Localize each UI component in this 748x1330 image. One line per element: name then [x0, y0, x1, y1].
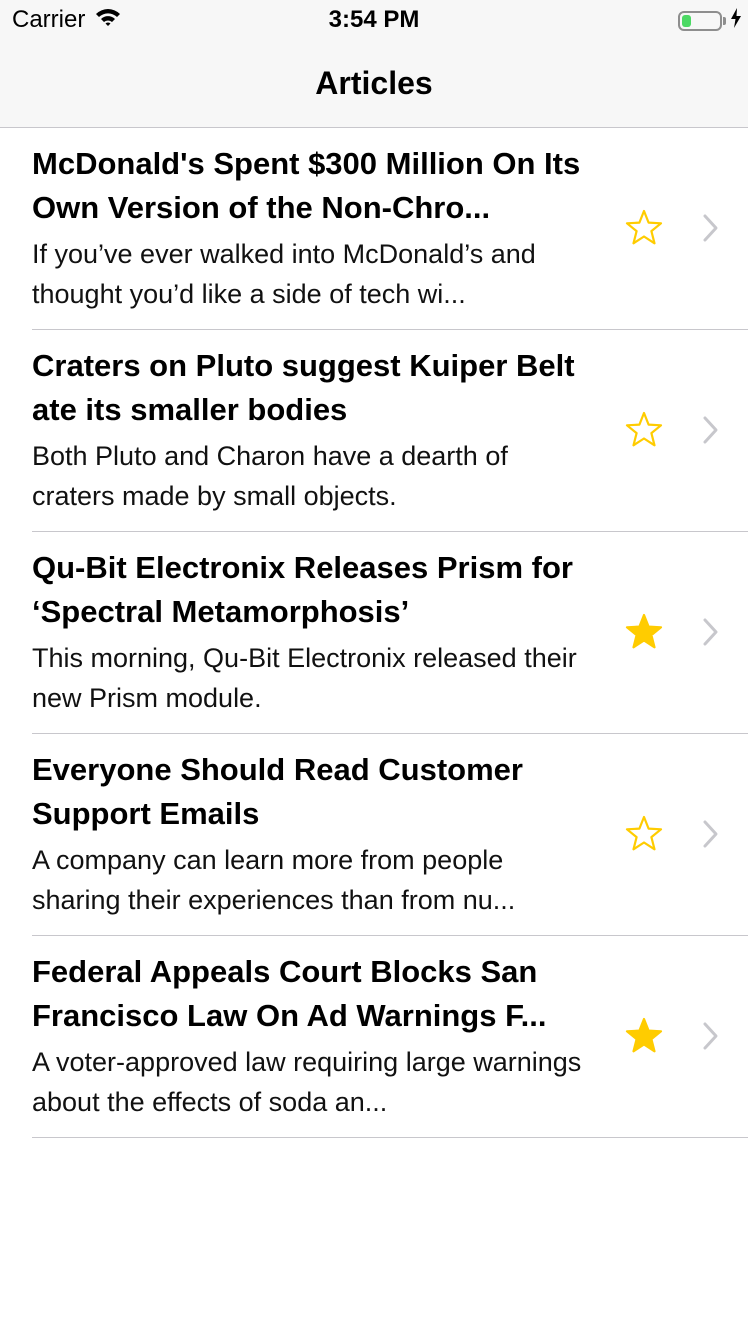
battery-indicator	[678, 8, 742, 33]
article-text: McDonald's Spent $300 Million On Its Own…	[32, 142, 592, 314]
favorite-star-button-filled[interactable]	[622, 1014, 666, 1058]
article-title: Everyone Should Read Customer Support Em…	[32, 752, 523, 831]
star-icon	[625, 815, 663, 851]
article-text: Qu-Bit Electronix Releases Prism for ‘Sp…	[32, 546, 592, 718]
star-icon	[625, 209, 663, 245]
article-title: Craters on Pluto suggest Kuiper Belt ate…	[32, 348, 575, 427]
article-row[interactable]: McDonald's Spent $300 Million On Its Own…	[32, 128, 748, 330]
article-text: Federal Appeals Court Blocks San Francis…	[32, 950, 592, 1122]
chevron-right-icon	[703, 1022, 718, 1050]
charging-bolt-icon	[730, 8, 742, 33]
article-summary: A company can learn more from people sha…	[32, 845, 516, 915]
article-summary: This morning, Qu-Bit Electronix released…	[32, 643, 577, 713]
status-bar: Carrier 3:54 PM	[0, 0, 748, 40]
article-title: McDonald's Spent $300 Million On Its Own…	[32, 146, 581, 225]
chevron-right-icon	[703, 820, 718, 848]
battery-cap	[723, 16, 726, 25]
chevron-right-icon	[703, 214, 718, 242]
article-list: McDonald's Spent $300 Million On Its Own…	[0, 128, 748, 1138]
chevron-right-icon	[703, 618, 718, 646]
battery-level-fill	[682, 14, 691, 27]
favorite-star-button-empty[interactable]	[622, 206, 666, 250]
favorite-star-button-empty[interactable]	[622, 812, 666, 856]
article-row[interactable]: Everyone Should Read Customer Support Em…	[32, 734, 748, 936]
article-row[interactable]: Federal Appeals Court Blocks San Francis…	[32, 936, 748, 1138]
article-summary: If you’ve ever walked into McDonald’s an…	[32, 239, 536, 309]
battery-icon	[678, 10, 722, 31]
status-time: 3:54 PM	[328, 6, 420, 33]
favorite-star-button-empty[interactable]	[622, 408, 666, 452]
chevron-right-icon	[703, 416, 718, 444]
article-text: Craters on Pluto suggest Kuiper Belt ate…	[32, 344, 592, 516]
article-title: Federal Appeals Court Blocks San Francis…	[32, 954, 547, 1033]
article-row[interactable]: Qu-Bit Electronix Releases Prism for ‘Sp…	[32, 532, 748, 734]
favorite-star-button-filled[interactable]	[622, 610, 666, 654]
article-text: Everyone Should Read Customer Support Em…	[32, 748, 592, 920]
article-summary: A voter-approved law requiring large war…	[32, 1047, 582, 1117]
navigation-bar: Articles	[0, 40, 748, 128]
article-row[interactable]: Craters on Pluto suggest Kuiper Belt ate…	[32, 330, 748, 532]
star-icon	[625, 613, 663, 649]
page-title: Articles	[315, 65, 433, 101]
article-summary: Both Pluto and Charon have a dearth of c…	[32, 441, 508, 511]
star-icon	[625, 411, 663, 447]
star-icon	[625, 1017, 663, 1053]
article-title: Qu-Bit Electronix Releases Prism for ‘Sp…	[32, 550, 573, 629]
